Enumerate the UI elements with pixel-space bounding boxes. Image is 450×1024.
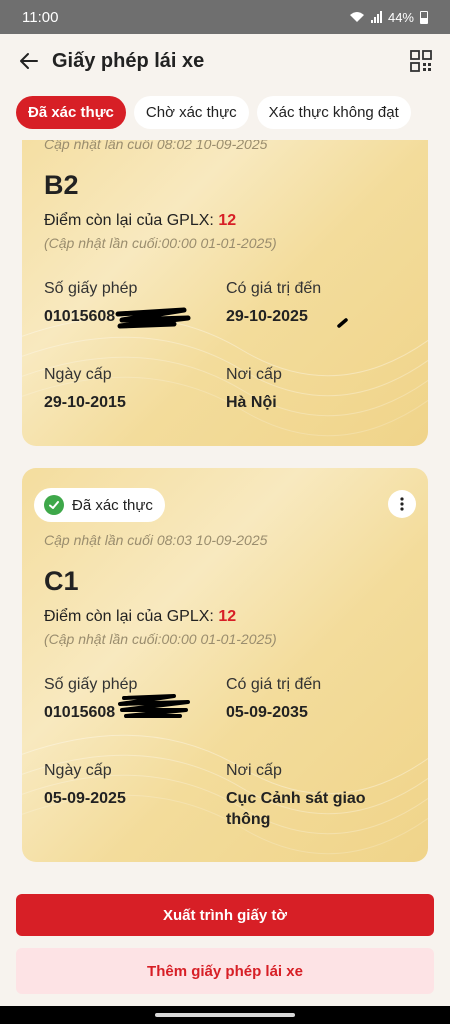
- last-updated: Cập nhật lần cuối 08:02 10-09-2025: [44, 140, 268, 152]
- points-label: Điểm còn lại của GPLX:: [44, 608, 214, 625]
- issue-date-label: Ngày cấp: [44, 366, 112, 383]
- tab-failed[interactable]: Xác thực không đạt: [256, 96, 411, 129]
- license-card[interactable]: Cập nhật lần cuối 08:02 10-09-2025 B2 Đi…: [22, 140, 428, 446]
- system-nav-bar: [0, 1006, 450, 1024]
- issue-place-label: Nơi cấp: [226, 366, 282, 383]
- issue-date-field: Ngày cấp 29-10-2015: [44, 366, 224, 413]
- redaction-mark: [115, 307, 191, 329]
- valid-until-field: Có giá trị đến 29-10-2025: [226, 280, 406, 327]
- app-header: Giấy phép lái xe: [0, 34, 450, 88]
- more-vertical-icon: [400, 497, 404, 511]
- valid-until-field: Có giá trị đến 05-09-2035: [226, 676, 406, 723]
- issue-place-field: Nơi cấp Cục Cảnh sát giao thông: [226, 762, 396, 830]
- last-updated: Cập nhật lần cuối 08:03 10-09-2025: [44, 532, 268, 548]
- points-line: Điểm còn lại của GPLX: 12: [44, 608, 236, 626]
- qr-code-icon: [410, 50, 432, 72]
- issue-place-label: Nơi cấp: [226, 762, 282, 779]
- license-list[interactable]: Cập nhật lần cuối 08:02 10-09-2025 B2 Đi…: [0, 140, 450, 880]
- issue-date-value: 29-10-2015: [44, 394, 126, 411]
- valid-until-value: 29-10-2025: [226, 308, 308, 325]
- arrow-left-icon: [20, 53, 38, 69]
- add-license-button[interactable]: Thêm giấy phép lái xe: [16, 948, 434, 994]
- tab-verified[interactable]: Đã xác thực: [16, 96, 126, 129]
- status-bar: 11:00 44%: [0, 0, 450, 34]
- verified-badge-label: Đã xác thực: [72, 496, 153, 514]
- status-tabs: Đã xác thực Chờ xác thực Xác thực không …: [16, 96, 411, 129]
- status-time: 11:00: [22, 8, 59, 26]
- issue-date-field: Ngày cấp 05-09-2025: [44, 762, 224, 809]
- license-class: B2: [44, 170, 79, 200]
- battery-percent: 44%: [387, 9, 414, 25]
- page-title: Giấy phép lái xe: [52, 49, 205, 72]
- valid-until-value: 05-09-2035: [226, 704, 308, 721]
- license-card[interactable]: Đã xác thực Cập nhật lần cuối 08:03 10-0…: [22, 468, 428, 862]
- tab-pending[interactable]: Chờ xác thực: [133, 96, 249, 129]
- home-indicator[interactable]: [155, 1013, 295, 1017]
- check-circle-icon: [44, 495, 64, 515]
- points-label: Điểm còn lại của GPLX:: [44, 212, 214, 229]
- status-icons: 44%: [349, 10, 428, 25]
- qr-scan-button[interactable]: [408, 48, 434, 74]
- license-class: C1: [44, 566, 79, 596]
- points-updated: (Cập nhật lần cuối:00:00 01-01-2025): [44, 235, 277, 251]
- points-updated: (Cập nhật lần cuối:00:00 01-01-2025): [44, 631, 277, 647]
- signal-icon: [370, 11, 382, 23]
- valid-until-label: Có giá trị đến: [226, 280, 322, 297]
- license-number-label: Số giấy phép: [44, 280, 138, 297]
- redaction-mark: [118, 694, 190, 718]
- present-documents-button[interactable]: Xuất trình giấy tờ: [16, 894, 434, 936]
- valid-until-label: Có giá trị đến: [226, 676, 322, 693]
- points-line: Điểm còn lại của GPLX: 12: [44, 212, 236, 230]
- issue-place-value: Cục Cảnh sát giao thông: [226, 790, 366, 828]
- verified-badge: Đã xác thực: [34, 488, 165, 522]
- issue-date-label: Ngày cấp: [44, 762, 112, 779]
- wifi-icon: [349, 12, 364, 22]
- issue-place-field: Nơi cấp Hà Nội: [226, 366, 406, 413]
- points-value: 12: [218, 608, 237, 625]
- pen-mark: [337, 318, 348, 328]
- battery-icon: [420, 10, 428, 24]
- points-value: 12: [218, 212, 237, 229]
- more-options-button[interactable]: [388, 490, 416, 518]
- issue-place-value: Hà Nội: [226, 394, 277, 411]
- issue-date-value: 05-09-2025: [44, 790, 126, 807]
- back-button[interactable]: [16, 48, 42, 74]
